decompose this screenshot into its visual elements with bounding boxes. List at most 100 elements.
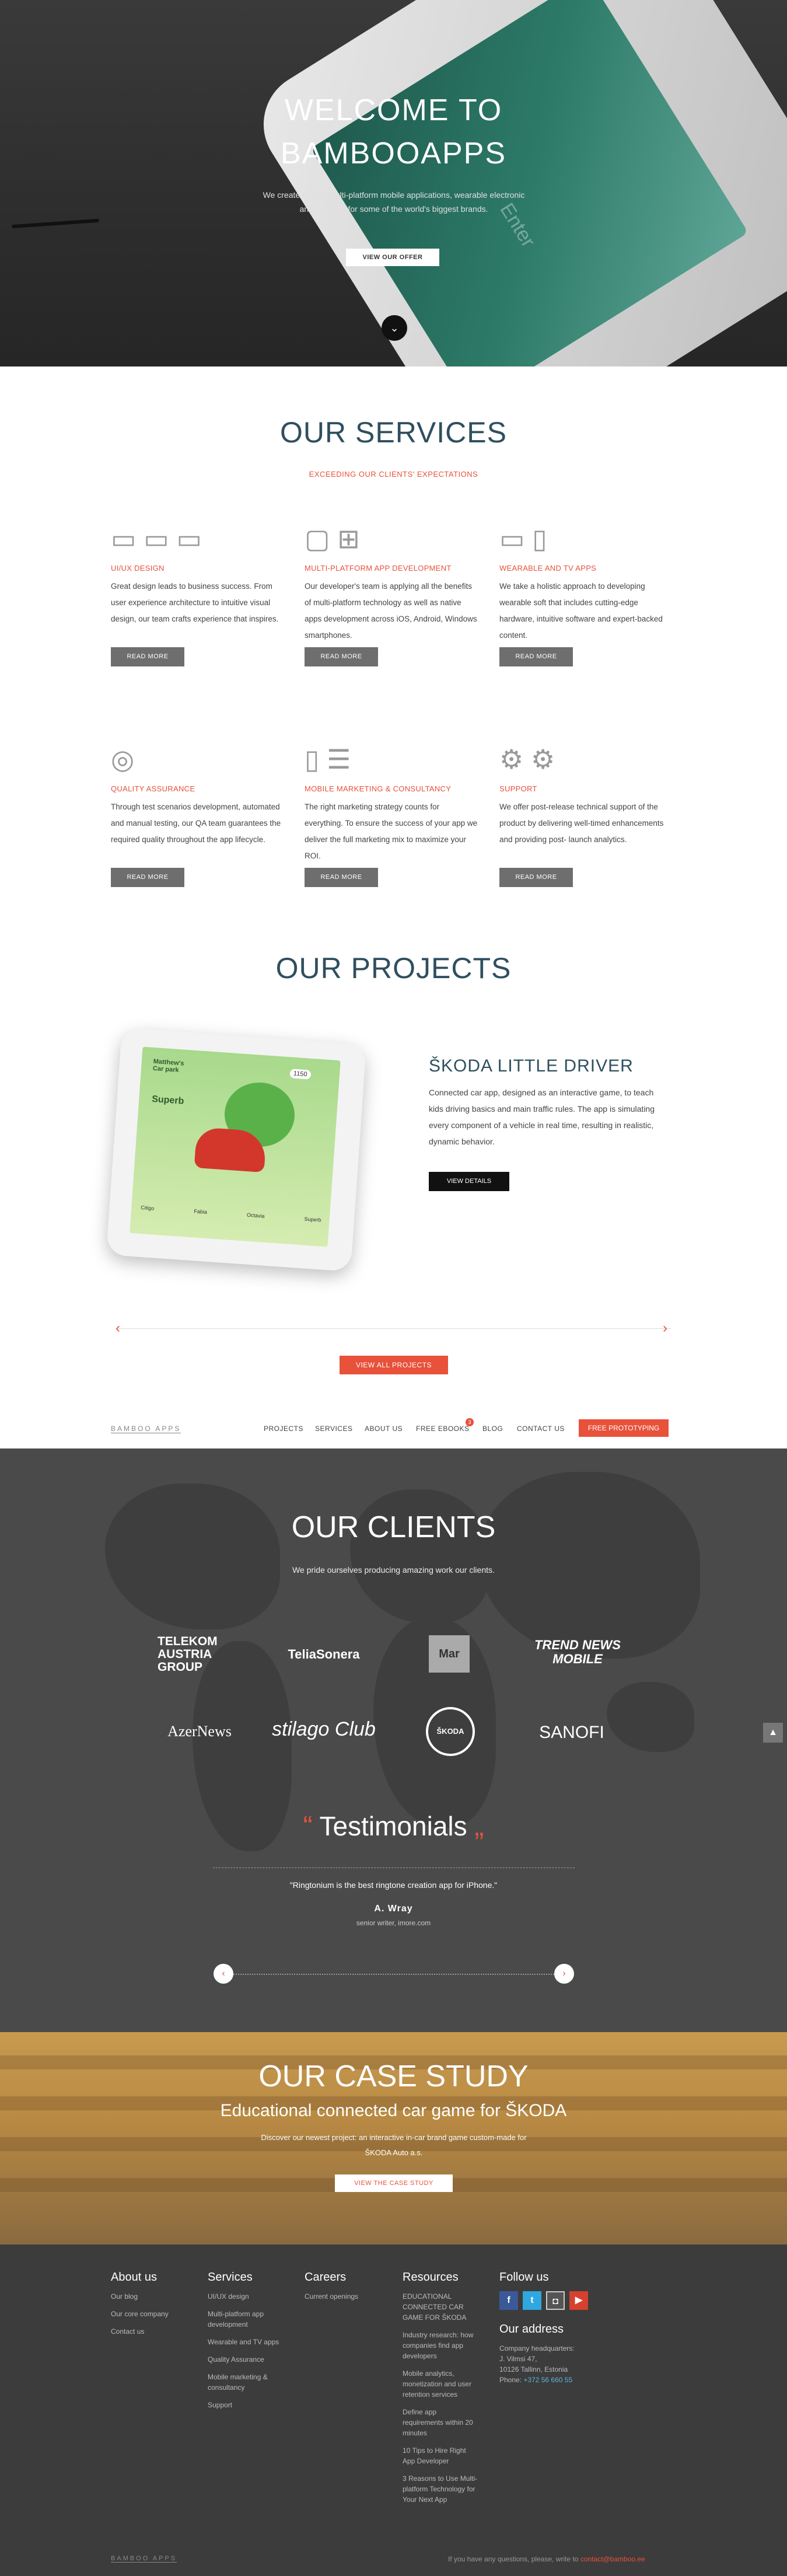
read-more-button[interactable]: READ MORE — [499, 647, 573, 666]
nav-item-about[interactable]: ABOUT US — [365, 1425, 403, 1433]
footer-careers: Careers Current openings — [305, 2271, 392, 2309]
footer-link[interactable]: Multi-platform app development — [208, 2309, 284, 2330]
service-title[interactable]: MULTI-PLATFORM APP DEVELOPMENT — [305, 564, 480, 573]
view-offer-button[interactable]: VIEW OUR OFFER — [346, 249, 439, 266]
footer-careers-title: Careers — [305, 2271, 347, 2284]
footer-link[interactable]: Support — [208, 2400, 284, 2410]
world-map — [607, 1682, 694, 1752]
footer-link[interactable]: Our blog — [111, 2291, 198, 2302]
world-map — [105, 1484, 280, 1629]
hero-decor — [11, 218, 100, 229]
footer-follow: Follow us f t ◘ ▶ Our address Company he… — [499, 2271, 604, 2385]
read-more-button[interactable]: READ MORE — [111, 647, 184, 666]
footer-link[interactable]: Mobile analytics, monetization and user … — [403, 2368, 478, 2400]
hero-subtitle: We create native, multi-platform mobile … — [263, 190, 525, 214]
case-study-text: Discover our newest project: an interact… — [261, 2133, 527, 2157]
contact-email-link[interactable]: contact@bamboo.ee — [580, 2555, 645, 2563]
footer-logo[interactable]: BAMBOO APPS — [111, 2555, 177, 2563]
gears-icon: ⚙ ⚙ — [499, 744, 555, 774]
testimonial-role: senior writer, imore.com — [356, 1919, 431, 1927]
nav-logo[interactable]: BAMBOO APPS — [111, 1425, 181, 1433]
screen-score: 1150 — [289, 1069, 312, 1080]
service-text: Our developer's team is applying all the… — [305, 582, 477, 640]
clients-section: OUR CLIENTS We pride ourselves producing… — [0, 1448, 787, 2032]
bulb-icon: ◎ — [111, 744, 135, 774]
service-card: ⚙ ⚙ SUPPORT We offer post-release technica… — [499, 728, 674, 887]
sticky-nav: BAMBOO APPS PROJECTS SERVICES ABOUT US F… — [0, 1408, 787, 1448]
case-study-title: OUR CASE STUDY — [258, 2060, 529, 2093]
service-text: The right marketing strategy counts for … — [305, 802, 478, 860]
phone-image: Enter — [243, 0, 787, 366]
service-title[interactable]: MOBILE MARKETING & CONSULTANCY — [305, 784, 480, 793]
footer-link[interactable]: EDUCATIONAL CONNECTED CAR GAME FOR ŠKODA — [403, 2291, 478, 2323]
nav-item-contact[interactable]: CONTACT US — [517, 1425, 565, 1433]
read-more-button[interactable]: READ MORE — [305, 868, 378, 887]
instagram-icon[interactable]: ◘ — [546, 2291, 565, 2310]
nav-item-ebooks[interactable]: FREE EBOOKS — [416, 1425, 470, 1433]
next-project-icon[interactable]: › — [663, 1320, 667, 1336]
service-title[interactable]: WEARABLE AND TV APPS — [499, 564, 674, 573]
footer-link[interactable]: Contact us — [111, 2326, 198, 2337]
prev-testimonial-icon[interactable]: ‹ — [214, 1964, 233, 1984]
footer-link[interactable]: Our core company — [111, 2309, 198, 2319]
phone-link[interactable]: +372 56 660 55 — [523, 2376, 572, 2384]
screen-car-label: Octavia — [246, 1212, 265, 1219]
service-title[interactable]: UI/UX DESIGN — [111, 564, 286, 573]
prev-project-icon[interactable]: ‹ — [116, 1320, 120, 1336]
case-study-section: OUR CASE STUDY Educational connected car… — [0, 2032, 787, 2245]
footer-link[interactable]: Wearable and TV apps — [208, 2337, 284, 2347]
read-more-button[interactable]: READ MORE — [305, 647, 378, 666]
project-title: ŠKODA LITTLE DRIVER — [429, 1056, 634, 1076]
read-more-button[interactable]: READ MORE — [111, 868, 184, 887]
service-text: Through test scenarios development, auto… — [111, 802, 281, 844]
footer-link[interactable]: Industry research: how companies find ap… — [403, 2330, 478, 2361]
projects-title: OUR PROJECTS — [275, 952, 512, 985]
footer-link[interactable]: Define app requirements within 20 minute… — [403, 2407, 478, 2438]
nav-item-projects[interactable]: PROJECTS — [264, 1425, 303, 1433]
testimonial-author: A. Wray — [374, 1904, 413, 1914]
footer: About us Our blog Our core company Conta… — [0, 2245, 787, 2576]
client-logo-telekom: TELEKOM AUSTRIA GROUP — [158, 1635, 218, 1674]
facebook-icon[interactable]: f — [499, 2291, 518, 2310]
scroll-up-icon[interactable]: ▲ — [763, 1723, 783, 1743]
service-text: Great design leads to business success. … — [111, 582, 279, 623]
next-testimonial-icon[interactable]: › — [554, 1964, 574, 1984]
view-details-button[interactable]: VIEW DETAILS — [429, 1172, 509, 1191]
screen-level: Superb — [151, 1094, 184, 1107]
view-case-study-button[interactable]: VIEW THE CASE STUDY — [335, 2174, 453, 2192]
footer-resources-title: Resources — [403, 2271, 459, 2284]
service-card: ◎ QUALITY ASSURANCE Through test scenarios… — [111, 728, 286, 887]
service-title[interactable]: SUPPORT — [499, 784, 674, 793]
twitter-icon[interactable]: t — [523, 2291, 541, 2310]
footer-link[interactable]: 10 Tips to Hire Right App Developer — [403, 2445, 478, 2466]
nav-item-services[interactable]: SERVICES — [315, 1425, 352, 1433]
service-card: ▯ ☰ MOBILE MARKETING & CONSULTANCY The rig… — [305, 728, 480, 887]
free-prototyping-button[interactable]: FREE PROTOTYPING — [579, 1419, 669, 1437]
footer-link[interactable]: 3 Reasons to Use Multi- platform Technol… — [403, 2473, 478, 2505]
view-all-projects-button[interactable]: VIEW ALL PROJECTS — [340, 1356, 448, 1374]
service-title[interactable]: QUALITY ASSURANCE — [111, 784, 286, 793]
footer-link[interactable]: UI/UX design — [208, 2291, 284, 2302]
services-title: OUR SERVICES — [280, 416, 507, 449]
footer-link[interactable]: Mobile marketing & consultancy — [208, 2372, 284, 2393]
nav-item-blog[interactable]: BLOG — [482, 1425, 503, 1433]
footer-about: About us Our blog Our core company Conta… — [111, 2271, 198, 2344]
footer-follow-title: Follow us — [499, 2271, 549, 2284]
tablet-image: Matthew's Car park 1150 Superb Citigo Fab… — [106, 1027, 367, 1272]
scroll-down-icon[interactable]: ⌄ — [382, 315, 407, 341]
ebooks-badge: 3 — [466, 1418, 474, 1426]
platforms-icon: ▢ ⊞ — [305, 523, 360, 554]
services-subtitle: EXCEEDING OUR CLIENTS' EXPECTATIONS — [309, 470, 478, 479]
youtube-icon[interactable]: ▶ — [569, 2291, 588, 2310]
client-logo-skoda: ŠKODA — [426, 1707, 475, 1756]
footer-about-title: About us — [111, 2271, 157, 2284]
read-more-button[interactable]: READ MORE — [499, 868, 573, 887]
chart-doc-icon: ▯ ☰ — [305, 744, 351, 774]
service-card: ▢ ⊞ MULTI-PLATFORM APP DEVELOPMENT Our dev… — [305, 508, 480, 666]
company-address: Company headquarters: J. Vilmsi 47, 1012… — [499, 2344, 575, 2384]
screen-car-label: Citigo — [141, 1204, 155, 1212]
client-logo-trend: TREND NEWS MOBILE — [534, 1638, 621, 1666]
footer-link[interactable]: Current openings — [305, 2291, 392, 2302]
footer-resources: Resources EDUCATIONAL CONNECTED CAR GAME… — [403, 2271, 478, 2512]
footer-link[interactable]: Quality Assurance — [208, 2354, 284, 2365]
